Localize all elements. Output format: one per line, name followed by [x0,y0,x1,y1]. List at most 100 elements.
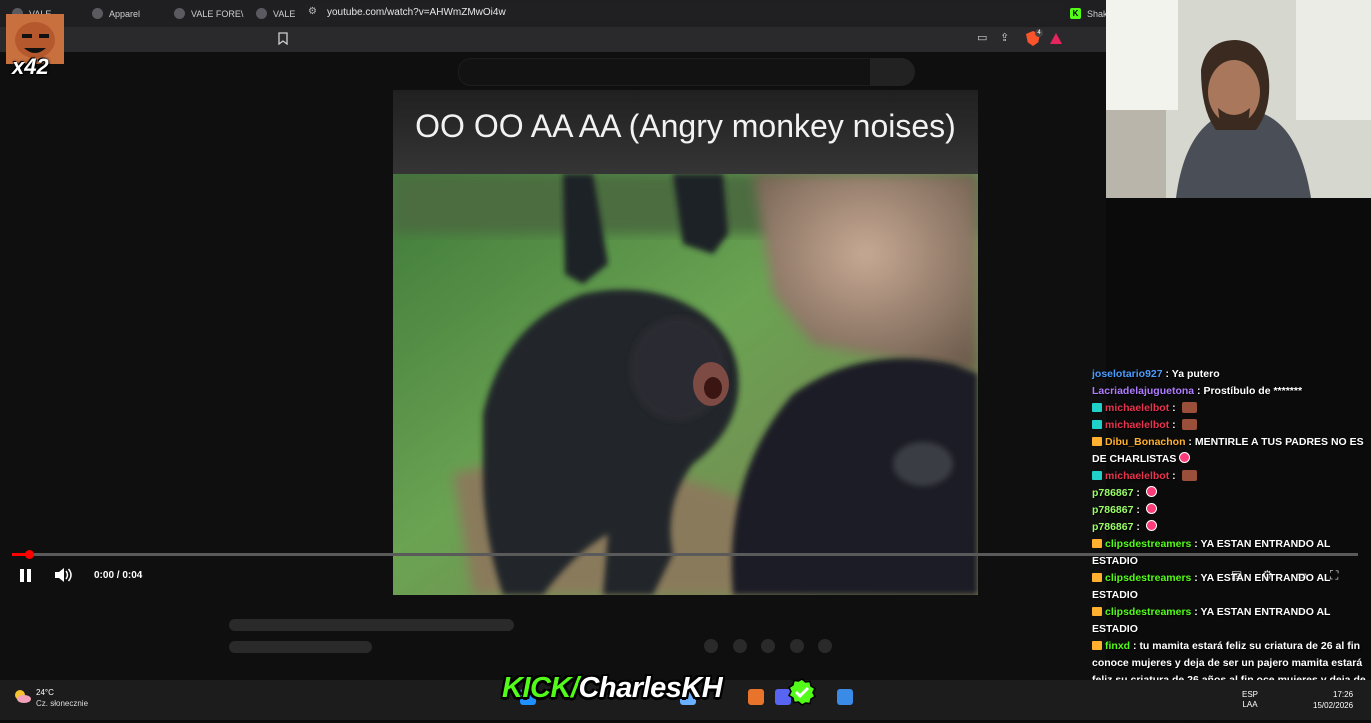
pause-button[interactable] [20,569,32,582]
youtube-search-button[interactable] [870,58,915,86]
chat-text: Ya putero [1171,368,1220,380]
notepad-icon[interactable] [837,689,853,705]
chat-emote-icon [1181,470,1197,481]
url-field[interactable]: ⚙ youtube.com/watch?v=AHWmZMwOi4w [300,4,1068,21]
chat-username[interactable]: clipsdestreamers [1105,572,1191,584]
chat-separator: : [1169,419,1179,431]
browser-tab[interactable]: K Shaka [1070,0,1106,27]
chat-username[interactable]: michaelelbot [1105,419,1169,431]
chat-username[interactable]: Dibu_Bonachon [1105,436,1186,448]
chat-username[interactable]: clipsdestreamers [1105,606,1191,618]
action-skeleton [733,639,747,653]
chat-username[interactable]: michaelelbot [1105,402,1169,414]
clock-date: 15/02/2026 [1313,701,1354,710]
browser-tab[interactable]: Apparel [92,0,164,27]
channel-skeleton [229,641,372,653]
action-skeleton [704,639,718,653]
chat-separator: : [1133,504,1143,516]
chat-separator: : [1133,521,1143,533]
address-bar-row [0,27,1106,52]
kick-prefix: KICK/ [502,672,579,704]
chat-message: michaelelbot : [1088,400,1371,417]
weather-icon[interactable] [12,687,32,705]
video-frame[interactable]: OO OO AA AA (Angry monkey noises) [393,90,978,595]
chat-separator: : [1169,470,1179,482]
input-language[interactable]: ESP LAA [1242,690,1258,710]
heart-emote-icon [1145,520,1157,531]
chat-separator: : [1133,487,1143,499]
url-text: youtube.com/watch?v=AHWmZMwOi4w [327,7,506,18]
chat-message: joselotario927 : Ya putero [1088,366,1371,383]
bookmark-icon[interactable] [278,32,288,45]
scrubber-handle[interactable] [25,550,34,559]
share-icon[interactable]: ⇪ [1000,31,1009,44]
title-skeleton [229,619,514,631]
chat-message: p786867 : [1088,485,1371,502]
globe-icon [92,8,103,19]
chat-separator: : [1191,606,1201,618]
kick-channel-overlay: KICK/CharlesKH [502,672,723,705]
youtube-search-input[interactable] [458,58,872,86]
action-skeleton [818,639,832,653]
browser-tab-label: Shaka [1087,8,1106,19]
language-code: ESP [1242,690,1259,699]
chat-message: clipsdestreamers : YA ESTAN ENTRANDO AL … [1088,536,1371,570]
chat-username[interactable]: p786867 [1092,521,1133,533]
chat-message: michaelelbot : [1088,468,1371,485]
video-caption: OO OO AA AA (Angry monkey noises) [415,108,956,144]
chat-message: clipsdestreamers : YA ESTAN ENTRANDO AL … [1088,604,1371,638]
weather-condition: Cz. słonecznie [36,699,89,708]
clock-time: 17:26 [1333,690,1354,699]
keyboard-layout: LAA [1242,700,1258,709]
chat-username[interactable]: finxd [1105,640,1130,652]
subscriber-badge-icon [1092,607,1102,616]
chat-message: clipsdestreamers : YA ESTAN ENTRANDO AL … [1088,570,1371,604]
system-clock[interactable]: 17:26 15/02/2026 [1313,689,1353,711]
kick-icon: K [1070,8,1081,19]
browser-tab-label: VALE FORE\ [191,8,244,19]
streamer-webcam [1106,0,1371,198]
bot-badge-icon [1092,420,1102,429]
shields-count-badge: 4 [1035,29,1043,37]
progress-played [12,553,25,556]
brave-rewards-icon[interactable] [1050,33,1062,44]
verified-check-icon [788,678,816,706]
browser-tab-label: VALE [273,8,296,19]
chat-separator: : [1162,368,1172,380]
bot-badge-icon [1092,403,1102,412]
chat-message: p786867 : [1088,519,1371,536]
time-display: 0:00 / 0:04 [94,570,143,581]
chat-message: p786867 : [1088,502,1371,519]
browser-tab-label: Apparel [109,8,141,19]
chat-message: michaelelbot : [1088,417,1371,434]
chat-emote-icon [1181,419,1197,430]
volume-icon[interactable] [54,567,72,583]
site-settings-icon[interactable]: ⚙ [308,6,317,17]
chat-username[interactable]: Lacriadelajuguetona [1092,385,1194,397]
chat-username[interactable]: michaelelbot [1105,470,1169,482]
chat-username[interactable]: clipsdestreamers [1105,538,1191,550]
bot-badge-icon [1092,471,1102,480]
chat-separator: : [1169,402,1179,414]
chat-separator: : [1185,436,1195,448]
cast-icon[interactable]: ▭ [977,31,987,44]
heart-emote-icon [1145,486,1157,497]
heart-emote-icon [1145,503,1157,514]
chat-separator: : [1191,538,1201,550]
browser-tab[interactable]: VALE FORE\ [174,0,246,27]
chat-emote-icon [1181,402,1197,413]
temperature: 24°C [36,688,54,697]
chat-username[interactable]: p786867 [1092,487,1133,499]
subscriber-badge-icon [1092,573,1102,582]
globe-icon [256,8,267,19]
action-skeleton [790,639,804,653]
chimpanzee-video-frame [393,174,978,595]
taskbar-app-icon[interactable] [748,689,764,705]
emote-count: x42 [12,54,49,79]
kick-channel-name: CharlesKH [578,672,723,704]
stream-chat: joselotario927 : Ya putero Lacriadelajugu… [1088,366,1371,723]
chat-username[interactable]: p786867 [1092,504,1133,516]
chat-message: Lacriadelajuguetona : Prostíbulo de ****… [1088,383,1371,400]
chat-text: Prostíbulo de ******* [1203,385,1303,397]
chat-username[interactable]: joselotario927 [1092,368,1163,380]
